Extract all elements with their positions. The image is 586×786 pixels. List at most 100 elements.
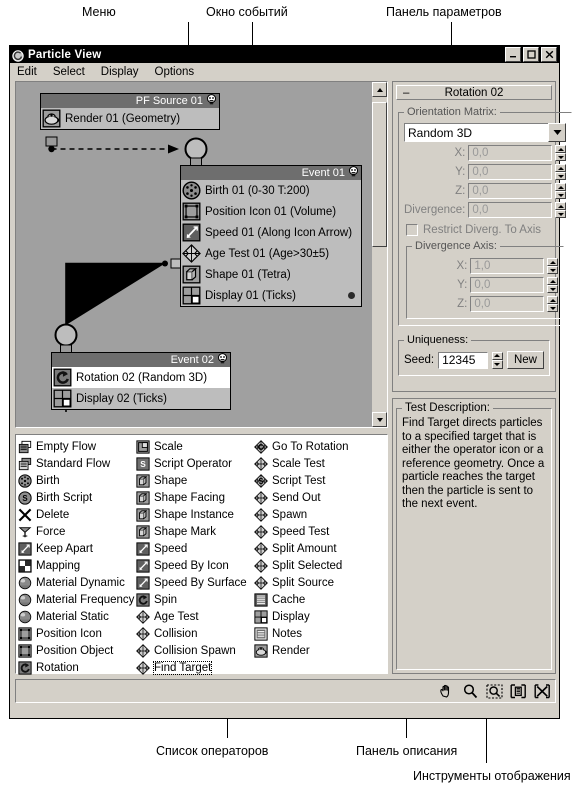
depot-item-script-operator[interactable]: S Script Operator <box>136 455 246 472</box>
depot-item-position-icon[interactable]: Position Icon <box>18 625 128 642</box>
orientation-y-input[interactable]: 0,0 <box>468 164 553 180</box>
depot-item-spin[interactable]: Spin <box>136 591 246 608</box>
seed-spinner[interactable] <box>491 351 503 369</box>
event-node-row[interactable]: Rotation 02 (Random 3D) <box>52 367 230 388</box>
divergence-spinner[interactable] <box>555 202 567 218</box>
scrollbar-thumb[interactable] <box>372 102 387 247</box>
event-node-row[interactable]: Position Icon 01 (Volume) <box>181 201 361 222</box>
orientation-z-spinner[interactable] <box>555 183 567 199</box>
zoom-extents-icon[interactable] <box>510 683 527 700</box>
depot-item-split-selected[interactable]: Split Selected <box>254 557 374 574</box>
event-node-row[interactable]: Age Test 01 (Age>30±5) <box>181 243 361 264</box>
depot-item-age-test[interactable]: Age Test <box>136 608 246 625</box>
menu-item-select[interactable]: Select <box>53 66 85 78</box>
orientation-matrix-combo[interactable]: Random 3D <box>404 123 567 142</box>
depot-item-notes[interactable]: Notes <box>254 625 374 642</box>
depot-item-speed-test[interactable]: Speed Test <box>254 523 374 540</box>
scroll-down-arrow[interactable] <box>372 412 387 427</box>
depot-item-split-amount[interactable]: Split Amount <box>254 540 374 557</box>
menu-item-edit[interactable]: Edit <box>17 66 37 78</box>
seed-input[interactable]: 12345 <box>438 351 488 369</box>
event-window-scrollbar[interactable] <box>372 82 387 427</box>
depot-item-cache[interactable]: Cache <box>254 591 374 608</box>
depot-item-scale[interactable]: Scale <box>136 438 246 455</box>
minimize-button[interactable] <box>505 47 521 62</box>
scroll-up-arrow[interactable] <box>372 82 387 97</box>
depot-item-speed[interactable]: Speed <box>136 540 246 557</box>
depot-item-shape-facing[interactable]: Shape Facing <box>136 489 246 506</box>
operator-depot[interactable]: Empty Flow Standard Flow Birth S Birth Scr… <box>15 434 388 676</box>
depot-item-delete[interactable]: Delete <box>18 506 128 523</box>
restrict-divergence-row[interactable]: Restrict Diverg. To Axis <box>404 224 566 236</box>
light-bulb-icon[interactable] <box>348 165 359 181</box>
depot-item-material-frequency[interactable]: Material Frequency <box>18 591 134 608</box>
menu-item-display[interactable]: Display <box>101 66 139 78</box>
depot-item-collision[interactable]: Collision <box>136 625 246 642</box>
depot-item-display[interactable]: Display <box>254 608 374 625</box>
depot-item-collision-spawn[interactable]: Collision Spawn <box>136 642 246 659</box>
depot-item-script-test[interactable]: S Script Test <box>254 472 374 489</box>
event-node-title[interactable]: Event 02 <box>52 352 230 368</box>
event-canvas[interactable]: PF Source 01 Render 01 (Geometry) Event 0… <box>16 82 372 427</box>
depot-item-shape-instance[interactable]: Shape Instance <box>136 506 246 523</box>
event-node-event-01[interactable]: Event 01 Birth 01 (0-30 T:200) Position … <box>180 165 362 307</box>
breakpoint-dot[interactable] <box>348 292 355 299</box>
divergence-axis-y-input[interactable]: 0,0 <box>470 277 545 293</box>
depot-item-shape-mark[interactable]: Shape Mark <box>136 523 246 540</box>
divergence-axis-z-spinner[interactable] <box>547 296 559 312</box>
event-node-title[interactable]: Event 01 <box>181 165 361 181</box>
depot-item-speed-by-surface[interactable]: Speed By Surface <box>136 574 247 591</box>
divergence-axis-x-spinner[interactable] <box>547 258 559 274</box>
chevron-down-icon[interactable] <box>548 123 567 142</box>
depot-item-render[interactable]: Render <box>254 642 374 659</box>
depot-item-material-static[interactable]: Material Static <box>18 608 128 625</box>
divergence-axis-y-spinner[interactable] <box>547 277 559 293</box>
depot-item-spawn[interactable]: Spawn <box>254 506 374 523</box>
divergence-axis-z-input[interactable]: 0,0 <box>470 296 545 312</box>
restrict-divergence-checkbox[interactable] <box>406 224 418 236</box>
depot-item-birth-script[interactable]: S Birth Script <box>18 489 128 506</box>
event-node-row[interactable]: Shape 01 (Tetra) <box>181 264 361 285</box>
event-node-title[interactable]: PF Source 01 <box>41 93 219 109</box>
depot-item-find-target[interactable]: Find Target <box>136 659 246 676</box>
depot-item-send-out[interactable]: Send Out <box>254 489 374 506</box>
depot-item-standard-flow[interactable]: Standard Flow <box>18 455 128 472</box>
depot-item-force[interactable]: Force <box>18 523 128 540</box>
divergence-input[interactable]: 0,0 <box>468 202 553 218</box>
event-node-row[interactable]: Render 01 (Geometry) <box>41 108 219 129</box>
depot-item-position-object[interactable]: Position Object <box>18 642 128 659</box>
light-bulb-icon[interactable] <box>206 93 217 109</box>
event-node-row[interactable]: Birth 01 (0-30 T:200) <box>181 180 361 201</box>
new-seed-button[interactable]: New <box>506 351 544 369</box>
orientation-y-spinner[interactable] <box>555 164 567 180</box>
depot-item-empty-flow[interactable]: Empty Flow <box>18 438 128 455</box>
depot-item-shape[interactable]: Shape <box>136 472 246 489</box>
depot-item-keep-apart[interactable]: Keep Apart <box>18 540 128 557</box>
depot-item-split-source[interactable]: Split Source <box>254 574 374 591</box>
event-node-row[interactable]: Display 01 (Ticks) <box>181 285 361 306</box>
light-bulb-icon[interactable] <box>217 352 228 368</box>
orientation-x-spinner[interactable] <box>555 145 567 161</box>
close-button[interactable] <box>541 47 557 62</box>
divergence-axis-x-input[interactable]: 1,0 <box>470 258 545 274</box>
zoom-region-icon[interactable] <box>486 683 503 700</box>
depot-item-speed-by-icon[interactable]: Speed By Icon <box>136 557 246 574</box>
menu-item-options[interactable]: Options <box>155 66 195 78</box>
depot-item-go-to-rotation[interactable]: Go To Rotation <box>254 438 374 455</box>
no-zoom-icon[interactable] <box>534 683 551 700</box>
orientation-x-input[interactable]: 0,0 <box>468 145 553 161</box>
event-window[interactable]: PF Source 01 Render 01 (Geometry) Event 0… <box>15 81 388 428</box>
orientation-z-input[interactable]: 0,0 <box>468 183 553 199</box>
pan-icon[interactable] <box>438 683 455 700</box>
orientation-matrix-value[interactable]: Random 3D <box>404 123 549 142</box>
depot-item-scale-test[interactable]: Scale Test <box>254 455 374 472</box>
zoom-icon[interactable] <box>462 683 479 700</box>
depot-item-material-dynamic[interactable]: Material Dynamic <box>18 574 128 591</box>
depot-item-birth[interactable]: Birth <box>18 472 128 489</box>
depot-item-mapping[interactable]: Mapping <box>18 557 128 574</box>
rollout-header[interactable]: – Rotation 02 <box>396 85 552 100</box>
maximize-button[interactable] <box>523 47 539 62</box>
rollout-collapse-icon[interactable]: – <box>403 87 409 99</box>
event-node-row[interactable]: Display 02 (Ticks) <box>52 388 230 409</box>
event-node-pf-source-01[interactable]: PF Source 01 Render 01 (Geometry) <box>40 93 220 130</box>
